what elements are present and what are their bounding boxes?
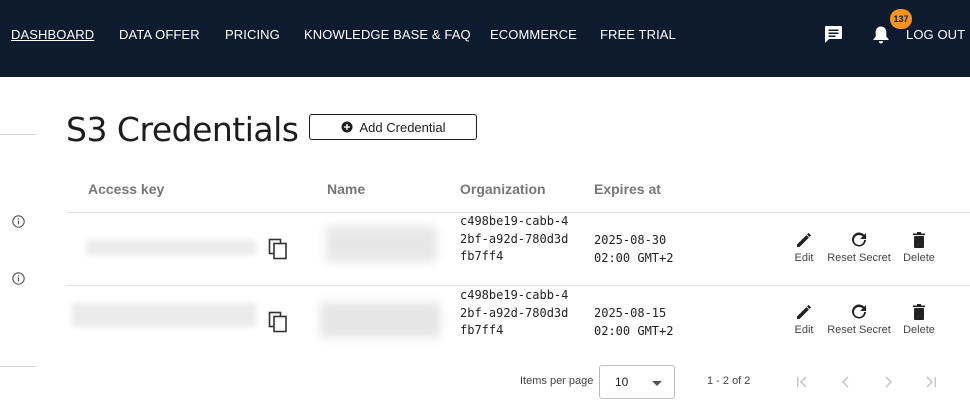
organization-id: c498be19-cabb-42bf-a92d-780d3dfb7ff4 — [460, 288, 569, 337]
nav-ecommerce[interactable]: ECOMMERCE — [490, 27, 577, 42]
notification-count-badge: 137 — [890, 9, 912, 29]
page-title: S3 Credentials — [66, 110, 299, 149]
copy-icon[interactable] — [268, 311, 288, 333]
dropdown-caret-icon — [652, 381, 662, 386]
nav-free-trial[interactable]: FREE TRIAL — [600, 27, 676, 42]
add-credential-button[interactable]: Add Credential — [309, 114, 477, 140]
top-navigation-bar: DASHBOARD DATA OFFER PRICING KNOWLEDGE B… — [0, 0, 970, 77]
previous-page-icon[interactable] — [836, 372, 856, 392]
sidebar-divider — [0, 366, 37, 367]
expires-time: 02:00 GMT+2 — [594, 324, 674, 338]
items-per-page-select[interactable]: 10 — [599, 365, 675, 399]
nav-knowledge-base[interactable]: KNOWLEDGE BASE & FAQ — [304, 27, 471, 42]
redacted-access-key — [72, 303, 256, 327]
table-divider — [66, 285, 970, 286]
logout-link[interactable]: LOG OUT — [906, 27, 965, 42]
pencil-icon — [797, 233, 811, 247]
nav-data-offer[interactable]: DATA OFFER — [119, 27, 200, 42]
expires-date: 2025-08-15 — [594, 306, 667, 320]
edit-label: Edit — [794, 252, 814, 264]
info-icon[interactable] — [12, 215, 25, 228]
reset-secret-label: Reset Secret — [827, 324, 891, 336]
redacted-access-key — [86, 240, 256, 255]
column-header-name: Name — [327, 181, 366, 197]
add-credential-label: Add Credential — [359, 119, 446, 135]
bell-icon[interactable] — [872, 25, 890, 45]
last-page-icon[interactable] — [921, 372, 941, 392]
expires-time: 02:00 GMT+2 — [594, 251, 674, 265]
add-circle-icon — [341, 121, 352, 133]
trash-icon — [913, 304, 925, 320]
trash-icon — [913, 232, 925, 248]
redacted-name — [326, 226, 437, 262]
items-per-page-label: Items per page — [520, 375, 594, 387]
refresh-icon — [852, 304, 866, 319]
expires-date: 2025-08-30 — [594, 233, 667, 247]
info-icon[interactable] — [12, 272, 25, 285]
nav-dashboard[interactable]: DASHBOARD — [11, 27, 94, 42]
sidebar-divider — [0, 134, 37, 135]
next-page-icon[interactable] — [878, 372, 898, 392]
edit-label: Edit — [794, 324, 814, 336]
pencil-icon — [797, 305, 811, 319]
page-range-label: 1 - 2 of 2 — [707, 375, 751, 387]
delete-label: Delete — [903, 252, 935, 264]
column-header-expires-at: Expires at — [594, 181, 661, 197]
delete-button[interactable]: Delete — [884, 231, 954, 264]
first-page-icon[interactable] — [792, 372, 812, 392]
refresh-icon — [852, 232, 866, 247]
column-header-access-key: Access key — [88, 181, 165, 197]
organization-id: c498be19-cabb-42bf-a92d-780d3dfb7ff4 — [460, 214, 569, 263]
copy-icon[interactable] — [268, 238, 288, 260]
redacted-name — [320, 302, 441, 338]
delete-label: Delete — [903, 324, 935, 336]
items-per-page-value: 10 — [615, 375, 629, 389]
nav-pricing[interactable]: PRICING — [225, 27, 280, 42]
delete-button[interactable]: Delete — [884, 303, 954, 336]
reset-secret-label: Reset Secret — [827, 252, 891, 264]
chat-icon[interactable] — [824, 25, 843, 43]
column-header-organization: Organization — [460, 181, 546, 197]
